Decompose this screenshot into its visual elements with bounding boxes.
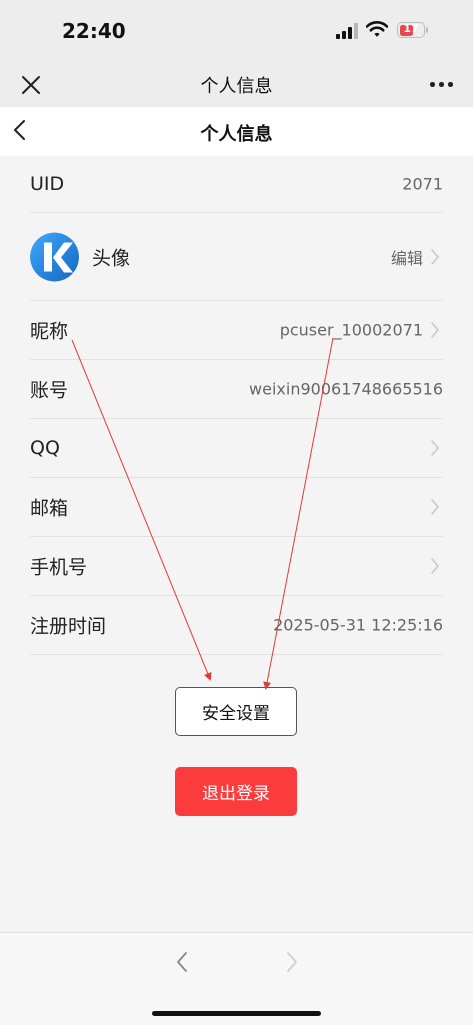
wifi-icon bbox=[366, 21, 388, 37]
chevron-right-icon bbox=[431, 248, 440, 265]
battery-level: 17 bbox=[403, 22, 419, 35]
avatar-edit-link[interactable]: 编辑 bbox=[391, 245, 423, 269]
email-label: 邮箱 bbox=[30, 497, 69, 520]
account-value: weixin90061748665516 bbox=[249, 379, 443, 399]
avatar-row[interactable]: 头像 编辑 bbox=[30, 213, 443, 301]
logout-button[interactable]: 退出登录 bbox=[175, 767, 297, 816]
qq-label: QQ bbox=[30, 437, 60, 459]
mini-program-header: 个人信息 bbox=[0, 62, 473, 107]
email-row[interactable]: 邮箱 bbox=[30, 478, 443, 537]
cellular-signal-icon bbox=[336, 23, 358, 39]
chevron-right-icon bbox=[431, 440, 440, 456]
chevron-right-icon bbox=[431, 499, 440, 515]
chevron-right-icon bbox=[431, 558, 440, 574]
battery-icon: 17 bbox=[397, 22, 425, 38]
avatar[interactable] bbox=[30, 232, 79, 281]
home-indicator bbox=[152, 1011, 321, 1016]
account-row: 账号 weixin90061748665516 bbox=[30, 360, 443, 419]
avatar-logo-icon bbox=[30, 232, 79, 281]
chevron-right-icon bbox=[431, 322, 440, 338]
status-bar: 22:40 17 bbox=[0, 0, 473, 62]
nickname-value: pcuser_10002071 bbox=[279, 320, 423, 340]
nav-back-icon[interactable] bbox=[175, 951, 189, 973]
nickname-row[interactable]: 昵称 pcuser_10002071 bbox=[30, 301, 443, 360]
uid-row: UID 2071 bbox=[30, 156, 443, 213]
avatar-label: 头像 bbox=[92, 247, 131, 269]
phone-label: 手机号 bbox=[30, 556, 88, 579]
bottom-navigation-bar bbox=[0, 932, 473, 1025]
uid-value: 2071 bbox=[402, 174, 443, 194]
phone-row[interactable]: 手机号 bbox=[30, 537, 443, 596]
page-header: 个人信息 bbox=[0, 107, 473, 156]
nickname-label: 昵称 bbox=[30, 320, 69, 343]
nav-forward-icon[interactable] bbox=[285, 951, 299, 973]
page-title: 个人信息 bbox=[200, 124, 273, 145]
qq-row[interactable]: QQ bbox=[30, 419, 443, 478]
security-settings-button[interactable]: 安全设置 bbox=[175, 687, 297, 736]
more-options-icon[interactable] bbox=[430, 82, 454, 88]
register-time-row: 注册时间 2025-05-31 12:25:16 bbox=[30, 596, 443, 655]
mini-program-title: 个人信息 bbox=[200, 76, 273, 97]
profile-info-list: UID 2071 头像 编辑 昵称 pcuser_10002071 账号 wei… bbox=[30, 156, 443, 655]
register-time-value: 2025-05-31 12:25:16 bbox=[273, 615, 443, 635]
register-time-label: 注册时间 bbox=[30, 615, 107, 638]
account-label: 账号 bbox=[30, 379, 69, 402]
battery-tip bbox=[426, 27, 428, 33]
status-time: 22:40 bbox=[62, 19, 126, 43]
uid-label: UID bbox=[30, 173, 65, 195]
